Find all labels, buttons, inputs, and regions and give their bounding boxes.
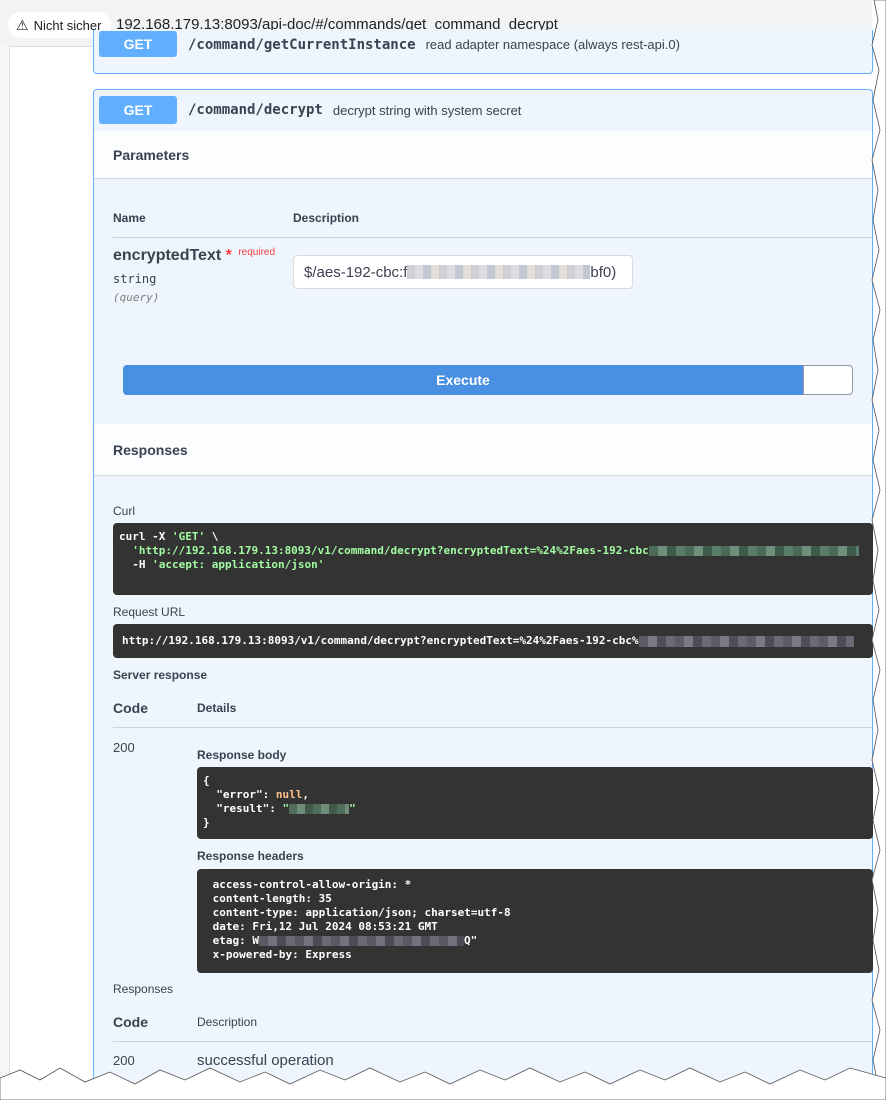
- curl-header-value: 'accept: application/json': [152, 558, 325, 571]
- redacted-value: [289, 804, 350, 814]
- opblock-decrypt: GET /command/decrypt decrypt string with…: [93, 89, 873, 1100]
- redacted-value: [648, 546, 859, 556]
- json-error-value: null: [275, 788, 303, 801]
- json-quote: ": [349, 802, 356, 815]
- param-name-text: encryptedText: [113, 247, 222, 264]
- response-code: 200: [113, 740, 135, 755]
- col-description-header: Description: [197, 1015, 258, 1029]
- responses-header: Responses: [94, 424, 872, 476]
- col-code-header: Code: [113, 700, 148, 716]
- json-open: {: [203, 774, 210, 787]
- redacted-value: [407, 265, 591, 279]
- curl-code-block[interactable]: curl -X 'GET' \ 'http://192.168.179.13:8…: [113, 523, 873, 595]
- header-line: content-type: application/json; charset=…: [206, 906, 511, 919]
- request-url-block[interactable]: http://192.168.179.13:8093/v1/command/de…: [113, 624, 873, 658]
- header-line: date: Fri,12 Jul 2024 08:53:21 GMT: [206, 920, 438, 933]
- divider: [113, 1041, 872, 1042]
- col-description-header: Description: [293, 211, 360, 225]
- clear-button[interactable]: [803, 365, 853, 395]
- json-close: }: [203, 816, 210, 829]
- response-headers-block[interactable]: access-control-allow-origin: * content-l…: [197, 869, 873, 973]
- json-comma: ,: [302, 788, 309, 801]
- method-badge: GET: [99, 96, 177, 124]
- curl-cmd: curl -X: [119, 530, 172, 543]
- param-type: string: [113, 272, 157, 286]
- header-line: x-powered-by: Express: [206, 948, 352, 961]
- json-key-error: "error":: [203, 788, 276, 801]
- request-url-value: http://192.168.179.13:8093/v1/command/de…: [122, 634, 639, 647]
- method-badge: GET: [99, 31, 177, 57]
- required-label: required: [238, 247, 276, 258]
- param-name: encryptedText * required: [113, 247, 275, 265]
- json-quote: ": [282, 802, 290, 815]
- left-margin: [0, 46, 10, 1100]
- redacted-value: [258, 936, 464, 946]
- divider: [113, 727, 872, 728]
- divider: [113, 237, 872, 238]
- col-details-header: Details: [197, 701, 237, 715]
- json-key-result: "result":: [203, 802, 283, 815]
- parameters-header: Parameters: [94, 131, 872, 179]
- responses-list-title: Responses: [113, 982, 174, 996]
- opblock-get-current-instance: GET /command/getCurrentInstance read ada…: [93, 30, 873, 74]
- operation-path: /command/getCurrentInstance: [188, 37, 416, 53]
- security-label: Nicht sicher: [33, 17, 102, 33]
- operation-path: /command/decrypt: [188, 102, 323, 118]
- required-star: *: [225, 247, 232, 264]
- col-name-header: Name: [113, 211, 146, 225]
- header-line: access-control-allow-origin: *: [206, 878, 412, 891]
- torn-bottom-edge: [0, 1067, 886, 1100]
- curl-line-end: \: [205, 530, 219, 543]
- request-url-title: Request URL: [113, 605, 186, 619]
- col-code-header: Code: [113, 1014, 148, 1030]
- execute-button[interactable]: Execute: [123, 365, 803, 395]
- header-etag-end: Q": [463, 934, 478, 947]
- opblock-summary[interactable]: GET /command/decrypt decrypt string with…: [94, 90, 872, 130]
- header-line: content-length: 35: [206, 892, 332, 905]
- response-body-title: Response body: [197, 748, 287, 762]
- opblock-summary[interactable]: GET /command/getCurrentInstance read ada…: [94, 31, 872, 75]
- parameters-body: Name Description encryptedText * require…: [94, 180, 872, 423]
- curl-method: 'GET': [171, 530, 206, 543]
- warning-icon: ⚠: [16, 16, 29, 33]
- input-value-start: $/aes-192-cbc:f: [304, 263, 408, 281]
- header-etag: etag: W: [206, 934, 259, 947]
- response-body-block[interactable]: { "error": null, "result": " " }: [197, 767, 873, 839]
- responses-title: Responses: [113, 441, 188, 458]
- operation-description: read adapter namespace (always rest-api.…: [425, 36, 680, 52]
- operation-description: decrypt string with system secret: [332, 102, 522, 118]
- curl-title: Curl: [113, 504, 136, 518]
- server-response-title: Server response: [113, 668, 208, 682]
- input-value-end: bf0): [590, 263, 617, 281]
- parameters-title: Parameters: [113, 146, 190, 163]
- redacted-value: [638, 635, 854, 647]
- encrypted-text-input[interactable]: $/aes-192-cbc:f bf0): [293, 255, 633, 289]
- torn-edge: [871, 0, 886, 1100]
- curl-header-flag: -H: [119, 558, 153, 571]
- response-headers-title: Response headers: [197, 849, 304, 863]
- curl-url: 'http://192.168.179.13:8093/v1/command/d…: [119, 544, 649, 557]
- param-in: (query): [113, 291, 160, 304]
